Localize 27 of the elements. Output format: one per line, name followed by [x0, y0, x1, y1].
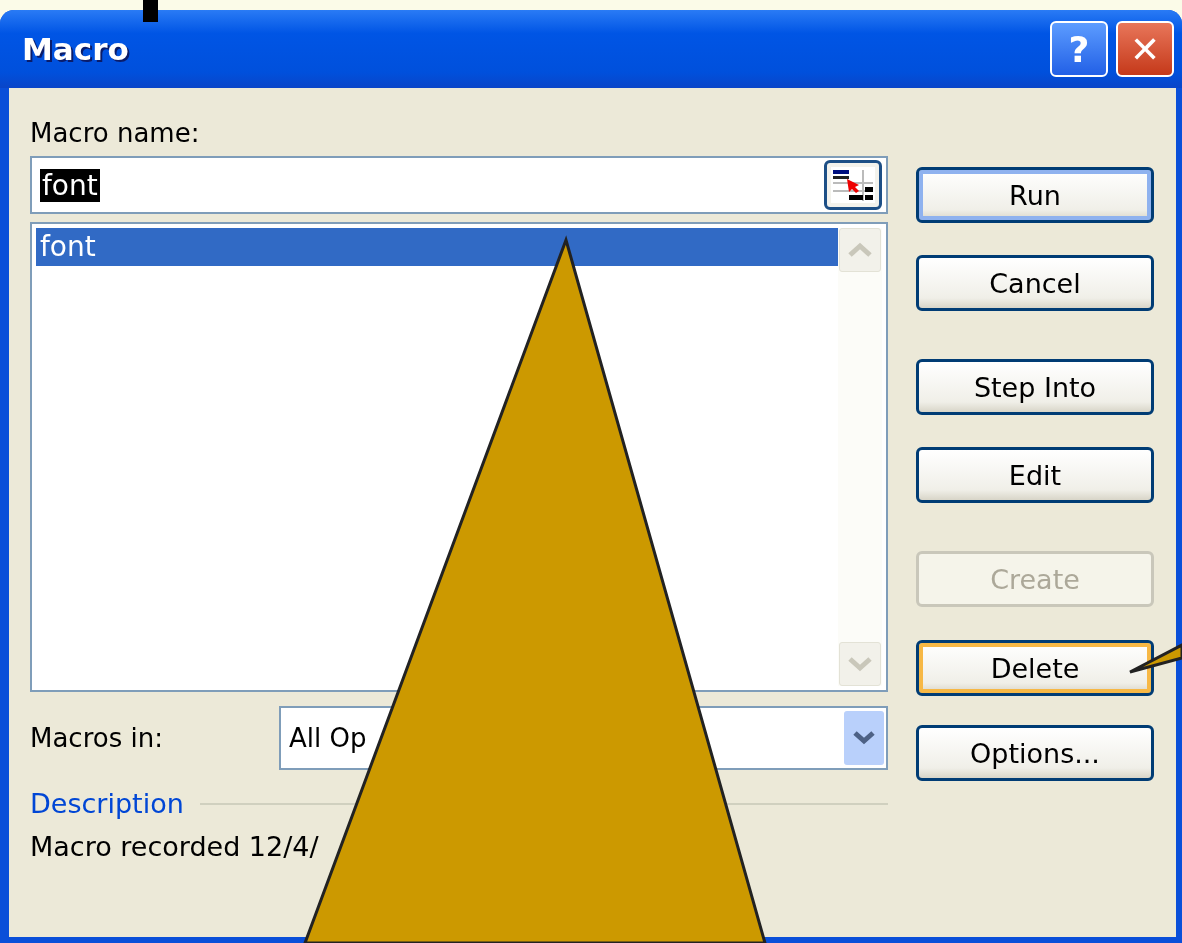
help-button[interactable]: ?: [1050, 21, 1108, 77]
chevron-down-icon: [847, 656, 873, 672]
close-button[interactable]: ✕: [1116, 21, 1174, 77]
macro-list-item[interactable]: font: [36, 228, 838, 266]
dialog-button[interactable]: Edit: [916, 447, 1154, 503]
dialog-button[interactable]: Cancel: [916, 255, 1154, 311]
callout-pointer: [1128, 642, 1182, 674]
dialog-button[interactable]: Delete: [916, 640, 1154, 696]
window-title: Macro: [22, 31, 129, 67]
dialog-button[interactable]: Run: [916, 167, 1154, 223]
scroll-down-button[interactable]: [839, 642, 881, 686]
scrollbar[interactable]: [838, 228, 882, 686]
description-text: Macro recorded 12/4/: [30, 831, 320, 862]
field-value: font: [40, 168, 100, 202]
dialog-button[interactable]: Options...: [916, 725, 1154, 781]
macro-name-label: Macro name:: [30, 118, 201, 148]
dropdown-button[interactable]: [844, 711, 884, 765]
chevron-down-icon: [852, 730, 876, 746]
chevron-up-icon: [847, 242, 873, 258]
cursor-bar: [143, 0, 158, 22]
macros-in-label: Macros in:: [30, 723, 163, 753]
description-heading: Description: [30, 788, 184, 819]
spreadsheet-icon: [831, 167, 875, 203]
dialog-button[interactable]: Step Into: [916, 359, 1154, 415]
range-select-button[interactable]: [824, 160, 882, 210]
scroll-up-button[interactable]: [839, 228, 881, 272]
macro-name-field[interactable]: font: [30, 156, 888, 214]
